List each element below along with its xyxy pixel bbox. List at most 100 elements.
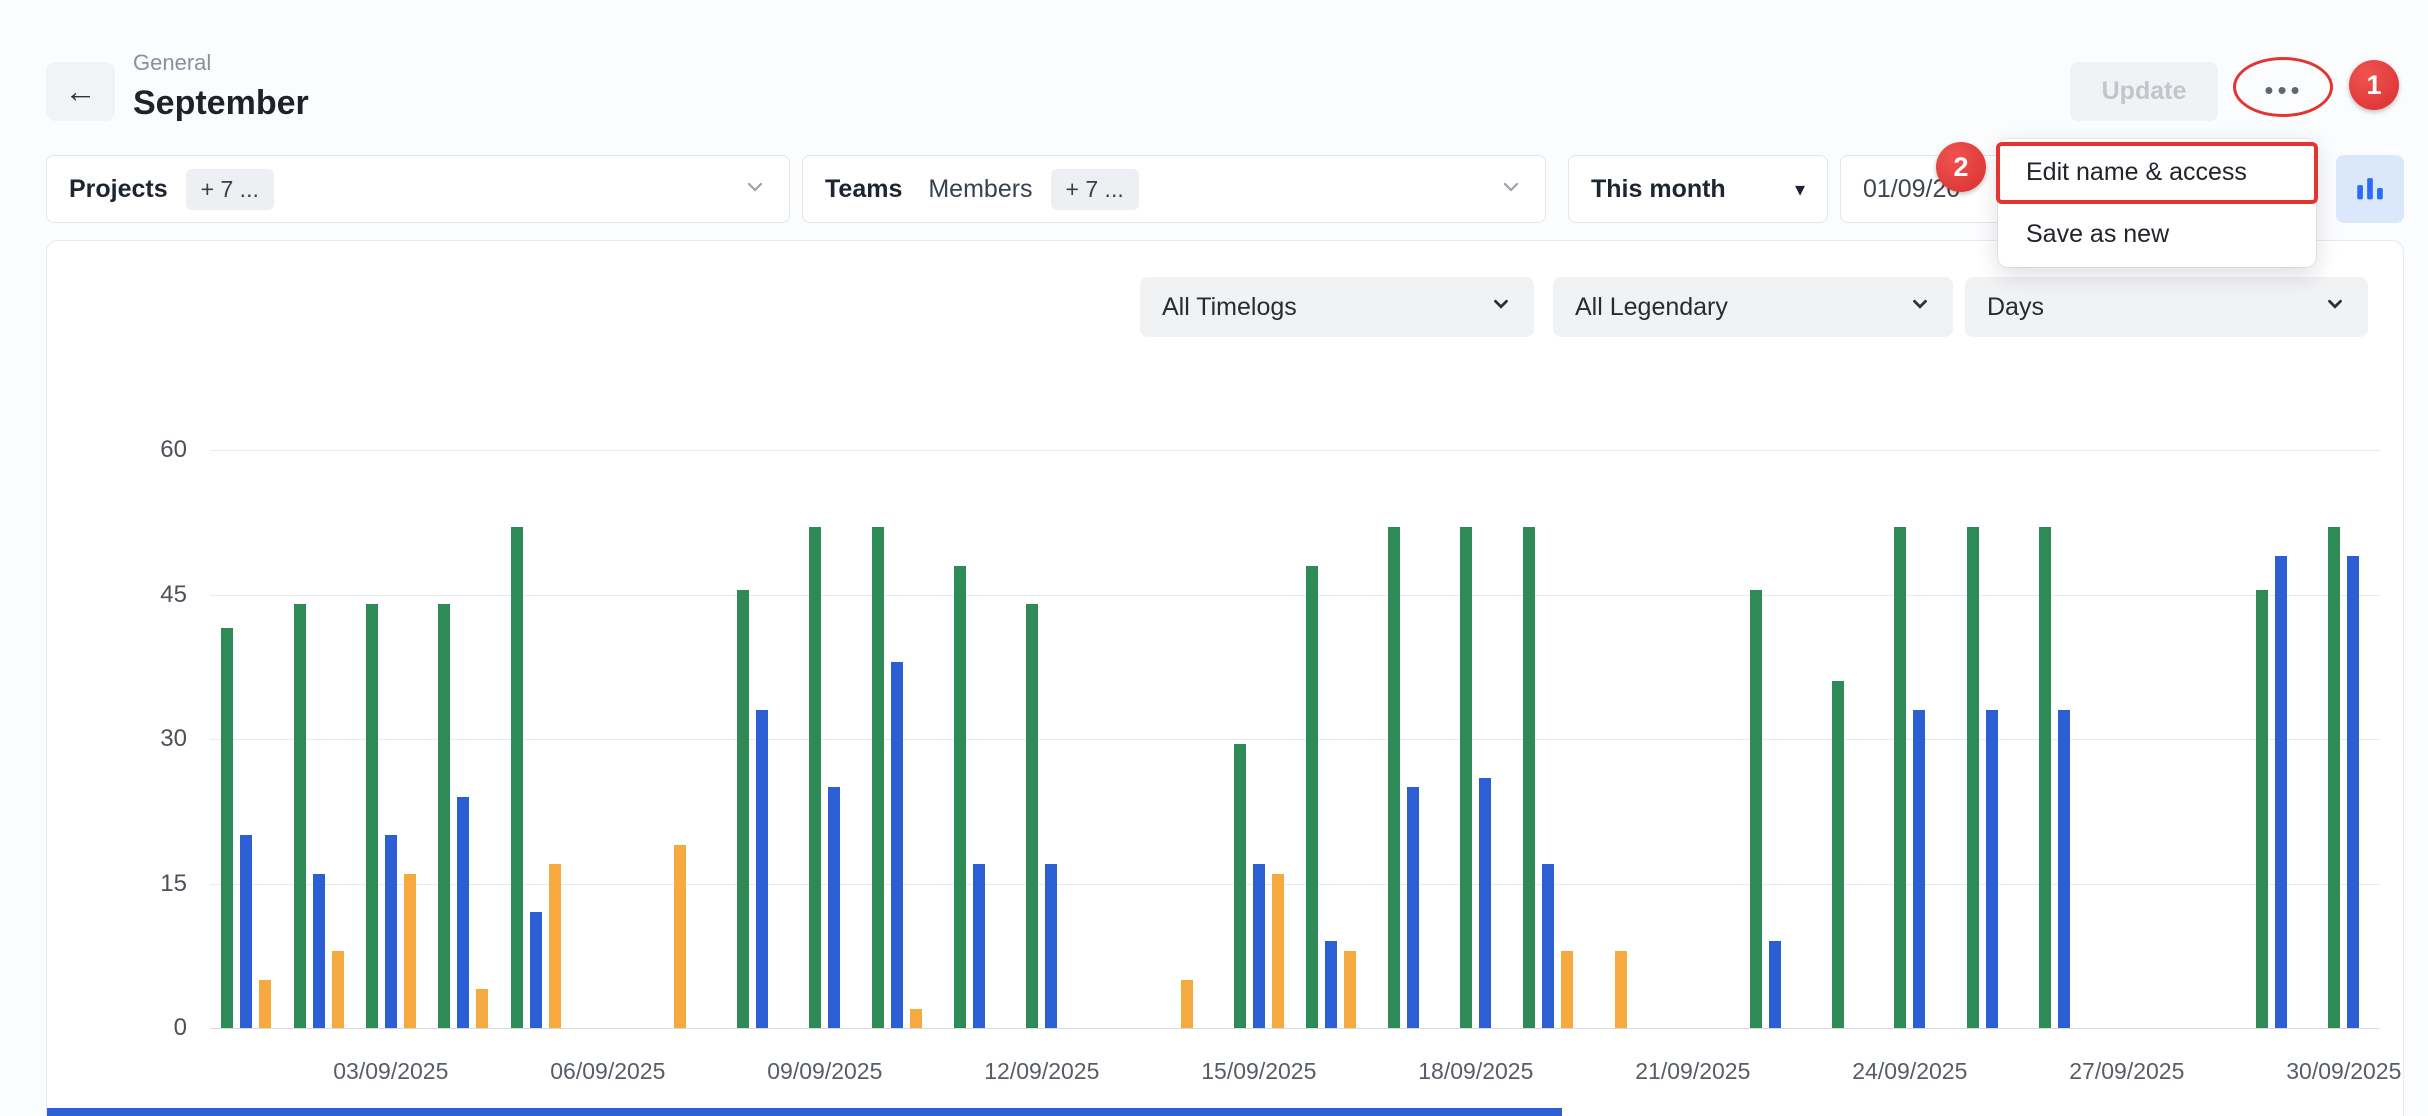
annotation-step-badge-1: 1 — [2349, 60, 2399, 110]
bar-series-orange-day-1 — [259, 980, 271, 1028]
bar-series-orange-day-3 — [404, 874, 416, 1028]
bar-series-orange-day-14 — [1181, 980, 1193, 1028]
menu-item-save-as-new[interactable]: Save as new — [1998, 203, 2316, 265]
bar-series-orange-day-19 — [1561, 951, 1573, 1028]
bar-series-green-day-4 — [438, 604, 450, 1028]
chevron-down-icon — [1909, 293, 1931, 322]
bar-series-orange-day-16 — [1344, 951, 1356, 1028]
bar-series-blue-day-12 — [1045, 864, 1057, 1028]
period-select-value: This month — [1591, 175, 1726, 204]
bar-series-blue-day-8 — [756, 710, 768, 1028]
bar-series-orange-day-4 — [476, 989, 488, 1028]
x-axis-tick-label: 03/09/2025 — [333, 1058, 448, 1085]
bar-series-blue-day-24 — [1913, 710, 1925, 1028]
bar-series-blue-day-17 — [1407, 787, 1419, 1028]
bar-series-orange-day-15 — [1272, 874, 1284, 1028]
bar-series-green-day-26 — [2039, 527, 2051, 1028]
projects-filter[interactable]: Projects + 7 ... — [46, 155, 790, 223]
bar-series-blue-day-10 — [891, 662, 903, 1028]
bar-series-blue-day-29 — [2275, 556, 2287, 1028]
bar-series-orange-day-5 — [549, 864, 561, 1028]
timelogs-select[interactable]: All Timelogs — [1140, 277, 1534, 337]
bar-series-green-day-10 — [872, 527, 884, 1028]
y-axis-tick-label: 45 — [160, 581, 187, 609]
update-button[interactable]: Update — [2070, 62, 2218, 121]
bar-chart-icon — [2353, 171, 2387, 208]
bar-series-green-day-9 — [809, 527, 821, 1028]
bar-series-green-day-22 — [1750, 590, 1762, 1028]
period-select[interactable]: This month ▾ — [1568, 155, 1828, 223]
x-axis-tick-label: 21/09/2025 — [1635, 1058, 1750, 1085]
x-axis-tick-label: 24/09/2025 — [1852, 1058, 1967, 1085]
bar-series-green-day-24 — [1894, 527, 1906, 1028]
bar-series-green-day-30 — [2328, 527, 2340, 1028]
caret-down-icon: ▾ — [1795, 177, 1805, 202]
y-axis-tick-label: 0 — [174, 1014, 187, 1042]
legendary-select[interactable]: All Legendary — [1553, 277, 1953, 337]
bar-series-green-day-11 — [954, 566, 966, 1028]
projects-filter-label: Projects — [69, 175, 168, 204]
bar-series-orange-day-7 — [674, 845, 686, 1028]
members-label[interactable]: Members — [928, 175, 1032, 204]
bar-series-green-day-1 — [221, 628, 233, 1028]
y-axis-tick-label: 30 — [160, 725, 187, 753]
x-axis-tick-label: 09/09/2025 — [767, 1058, 882, 1085]
back-arrow-icon: ← — [65, 73, 97, 110]
teams-filter-chip[interactable]: + 7 ... — [1051, 169, 1139, 210]
legendary-select-value: All Legendary — [1575, 293, 1728, 322]
timelogs-select-value: All Timelogs — [1162, 293, 1297, 322]
breadcrumb: General — [133, 50, 211, 76]
bar-series-blue-day-9 — [828, 787, 840, 1028]
bar-series-green-day-2 — [294, 604, 306, 1028]
bar-series-orange-day-2 — [332, 951, 344, 1028]
x-axis-tick-label: 30/09/2025 — [2286, 1058, 2401, 1085]
bar-series-green-day-5 — [511, 527, 523, 1028]
bar-series-green-day-17 — [1388, 527, 1400, 1028]
x-axis-tick-label: 18/09/2025 — [1418, 1058, 1533, 1085]
more-options-button[interactable]: ••• — [2245, 68, 2323, 112]
bar-series-blue-day-1 — [240, 835, 252, 1028]
bar-series-blue-day-15 — [1253, 864, 1265, 1028]
bar-series-blue-day-25 — [1986, 710, 1998, 1028]
granularity-select[interactable]: Days — [1965, 277, 2368, 337]
gridline — [210, 595, 2380, 596]
partial-bottom-bar — [47, 1108, 1562, 1116]
bar-series-blue-day-18 — [1479, 778, 1491, 1028]
bar-series-green-day-15 — [1234, 744, 1246, 1028]
gridline — [210, 739, 2380, 740]
bar-series-green-day-29 — [2256, 590, 2268, 1028]
more-options-menu: Edit name & access Save as new — [1998, 139, 2316, 267]
chart-view-button[interactable] — [2336, 155, 2404, 223]
menu-item-edit-name-access[interactable]: Edit name & access — [1998, 141, 2316, 203]
bar-series-green-day-18 — [1460, 527, 1472, 1028]
chevron-down-icon — [1499, 175, 1523, 204]
bar-series-blue-day-2 — [313, 874, 325, 1028]
date-range-value: 01/09/20 — [1863, 175, 1960, 204]
bar-series-blue-day-16 — [1325, 941, 1337, 1028]
gridline — [210, 1028, 2380, 1029]
bar-series-blue-day-22 — [1769, 941, 1781, 1028]
bar-series-blue-day-5 — [530, 912, 542, 1028]
bar-series-green-day-12 — [1026, 604, 1038, 1028]
teams-filter-label: Teams — [825, 175, 902, 204]
report-card: All Timelogs All Legendary Days 01530456… — [46, 240, 2404, 1116]
chevron-down-icon — [743, 175, 767, 204]
teams-filter[interactable]: Teams Members + 7 ... — [802, 155, 1546, 223]
page-title: September — [133, 84, 309, 123]
chevron-down-icon — [2324, 293, 2346, 322]
projects-filter-chip[interactable]: + 7 ... — [186, 169, 274, 210]
bar-series-orange-day-10 — [910, 1009, 922, 1028]
x-axis-tick-label: 06/09/2025 — [550, 1058, 665, 1085]
bar-series-blue-day-26 — [2058, 710, 2070, 1028]
bar-series-green-day-25 — [1967, 527, 1979, 1028]
bar-series-blue-day-11 — [973, 864, 985, 1028]
y-axis-tick-label: 15 — [160, 870, 187, 898]
bar-series-blue-day-19 — [1542, 864, 1554, 1028]
bar-series-orange-day-20 — [1615, 951, 1627, 1028]
bar-series-green-day-3 — [366, 604, 378, 1028]
x-axis-tick-label: 12/09/2025 — [984, 1058, 1099, 1085]
bar-series-green-day-16 — [1306, 566, 1318, 1028]
chevron-down-icon — [1490, 293, 1512, 322]
back-button[interactable]: ← — [46, 62, 115, 121]
granularity-select-value: Days — [1987, 293, 2044, 322]
